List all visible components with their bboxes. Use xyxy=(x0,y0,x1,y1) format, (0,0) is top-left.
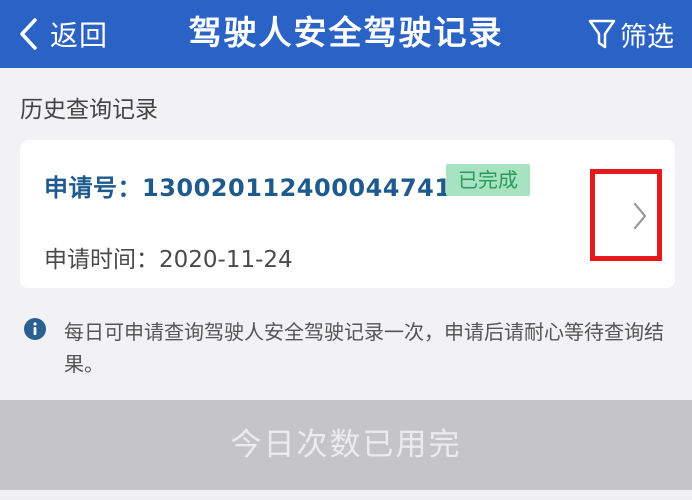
back-label: 返回 xyxy=(50,19,109,52)
section-title: 历史查询记录 xyxy=(20,97,158,123)
header-bar: 返回 驾驶人安全驾驶记录 筛选 xyxy=(0,0,692,68)
chevron-right-icon[interactable] xyxy=(632,200,648,232)
bottom-divider xyxy=(0,490,692,500)
filter-button[interactable]: 筛选 xyxy=(588,0,674,68)
info-icon xyxy=(24,318,46,340)
highlight-box xyxy=(590,169,662,261)
chevron-left-icon xyxy=(20,18,37,50)
query-button-disabled[interactable]: 今日次数已用完 xyxy=(0,400,692,490)
application-number: 申请号：130020112400044741 xyxy=(44,174,452,202)
status-badge: 已完成 xyxy=(446,164,530,196)
filter-label: 筛选 xyxy=(620,21,674,53)
record-card[interactable]: 申请号：130020112400044741 已完成 申请时间：2020-11-… xyxy=(20,140,675,288)
application-time: 申请时间：2020-11-24 xyxy=(44,247,293,273)
notice-text: 每日可申请查询驾驶人安全驾驶记录一次，申请后请耐心等待查询结果。 xyxy=(64,320,664,376)
funnel-icon xyxy=(588,19,616,49)
back-button[interactable]: 返回 xyxy=(18,0,108,68)
